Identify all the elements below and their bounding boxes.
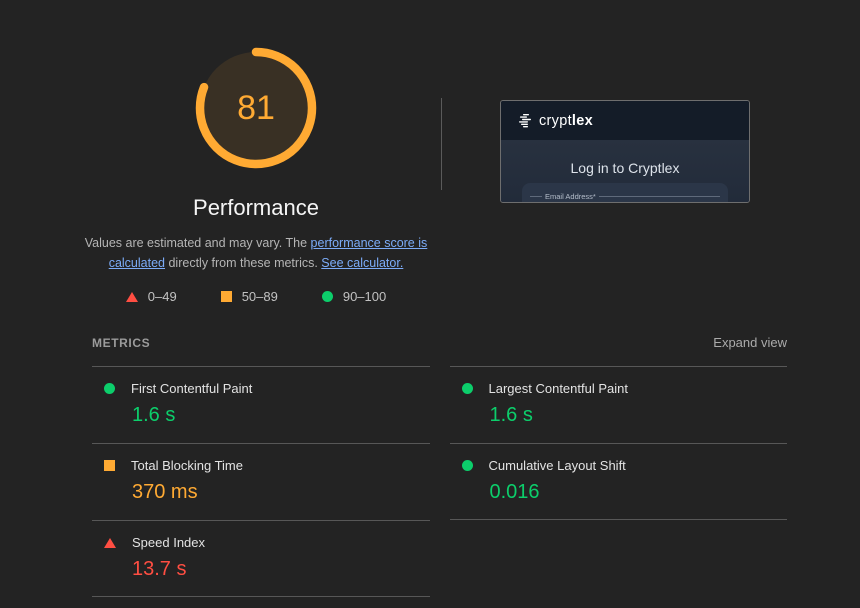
performance-score: 81 — [194, 46, 318, 170]
expand-view-button[interactable]: Expand view — [713, 335, 787, 350]
score-description: Values are estimated and may vary. The p… — [70, 233, 442, 273]
see-calculator-link[interactable]: See calculator. — [321, 256, 403, 270]
orange-square-icon — [104, 460, 115, 471]
lighthouse-report: 81 Performance Values are estimated and … — [0, 0, 860, 608]
metric-value: 0.016 — [490, 481, 788, 504]
metric-label: Total Blocking Time — [131, 458, 243, 473]
page-screenshot-thumbnail[interactable]: cryptlex Log in to Cryptlex Email Addres… — [500, 100, 750, 203]
field-line-left — [530, 196, 542, 197]
metric-cumulative-layout-shift: Cumulative Layout Shift 0.016 — [450, 443, 788, 520]
metric-label: First Contentful Paint — [131, 381, 252, 396]
metric-label: Largest Contentful Paint — [489, 381, 628, 396]
metric-first-contentful-paint: First Contentful Paint 1.6 s — [92, 366, 430, 443]
logo-text-light: crypt — [539, 113, 572, 129]
description-text-2: directly from these metrics. — [165, 256, 321, 270]
metric-speed-index: Speed Index 13.7 s — [92, 520, 430, 597]
green-circle-icon — [104, 383, 115, 394]
metrics-title: METRICS — [92, 336, 150, 350]
legend-item-average: 50–89 — [221, 289, 278, 304]
orange-square-icon — [221, 291, 232, 302]
email-field-label: Email Address* — [542, 192, 599, 201]
description-text-1: Values are estimated and may vary. The — [85, 236, 311, 250]
metric-total-blocking-time: Total Blocking Time 370 ms — [92, 443, 430, 520]
cryptlex-logo: cryptlex — [518, 113, 593, 129]
legend-item-pass: 90–100 — [322, 289, 386, 304]
legend-range: 50–89 — [242, 289, 278, 304]
metric-value: 370 ms — [132, 481, 430, 504]
legend-item-fail: 0–49 — [126, 289, 177, 304]
legend-range: 0–49 — [148, 289, 177, 304]
red-triangle-icon — [126, 292, 138, 302]
metric-value: 1.6 s — [132, 404, 430, 427]
thumbnail-site-header: cryptlex — [501, 101, 749, 140]
legend-range: 90–100 — [343, 289, 386, 304]
field-line-right — [599, 196, 720, 197]
column-divider — [441, 98, 442, 190]
green-circle-icon — [462, 460, 473, 471]
metrics-grid: First Contentful Paint 1.6 s Largest Con… — [92, 366, 787, 597]
category-title: Performance — [76, 195, 436, 221]
score-scale-legend: 0–49 50–89 90–100 — [76, 289, 436, 304]
green-circle-icon — [462, 383, 473, 394]
metric-label: Speed Index — [132, 535, 205, 550]
green-circle-icon — [322, 291, 333, 302]
metric-label: Cumulative Layout Shift — [489, 458, 626, 473]
cryptlex-logo-icon — [518, 113, 533, 128]
thumbnail-login-body: Log in to Cryptlex Email Address* — [501, 140, 749, 202]
metric-largest-contentful-paint: Largest Contentful Paint 1.6 s — [450, 366, 788, 443]
logo-text-bold: lex — [572, 113, 593, 129]
logo-text: cryptlex — [539, 113, 593, 129]
email-field-outline: Email Address* — [522, 192, 728, 201]
metric-value: 13.7 s — [132, 558, 430, 581]
metric-value: 1.6 s — [490, 404, 788, 427]
login-form-card: Email Address* — [522, 183, 728, 203]
red-triangle-icon — [104, 538, 116, 548]
metrics-section-header: METRICS Expand view — [92, 335, 787, 350]
performance-gauge[interactable]: 81 — [194, 46, 318, 170]
login-heading: Log in to Cryptlex — [501, 160, 749, 176]
